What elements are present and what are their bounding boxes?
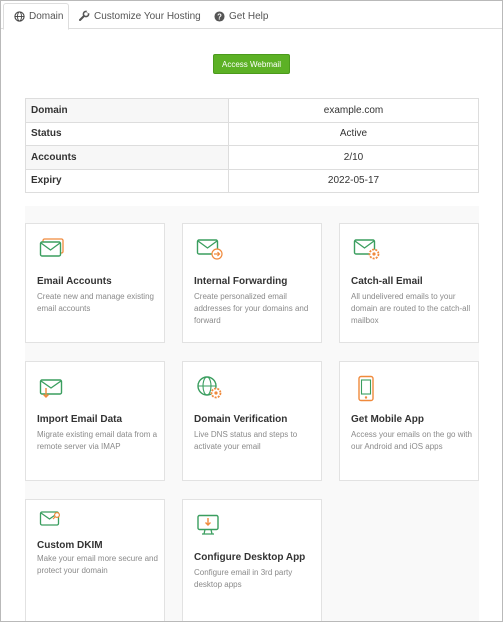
envelope-key-icon: [39, 509, 65, 535]
card-description: Migrate existing email data from a remot…: [37, 430, 158, 451]
card-get-mobile-app[interactable]: Get Mobile App Access your emails on the…: [339, 361, 479, 481]
envelope-import-icon: [39, 375, 65, 401]
card-title: Configure Desktop App: [194, 552, 306, 563]
table-row: Expiry 2022-05-17: [25, 168, 479, 193]
card-title: Custom DKIM: [37, 540, 103, 551]
svg-text:?: ?: [217, 12, 222, 21]
tab-domain[interactable]: Domain: [3, 3, 69, 30]
domain-info-table: Domain example.com Status Active Account…: [25, 98, 479, 193]
globe-icon: [13, 11, 25, 23]
table-row: Domain example.com: [25, 98, 479, 123]
card-custom-dkim[interactable]: Custom DKIM Make your email more secure …: [25, 499, 165, 621]
globe-gear-icon: [196, 375, 222, 401]
tab-bar: Domain Customize Your Hosting ? Get Help: [1, 1, 502, 30]
card-configure-desktop-app[interactable]: Configure Desktop App Configure email in…: [182, 499, 322, 621]
tab-get-help[interactable]: ? Get Help: [213, 3, 268, 29]
card-catch-all-email[interactable]: Catch-all Email All undelivered emails t…: [339, 223, 479, 343]
app-frame: Domain Customize Your Hosting ? Get Help…: [0, 0, 503, 622]
card-description: Live DNS status and steps to activate yo…: [194, 430, 298, 451]
info-key: Status: [25, 121, 229, 146]
info-value: 2022-05-17: [228, 168, 479, 193]
card-internal-forwarding[interactable]: Internal Forwarding Create personalized …: [182, 223, 322, 343]
tab-label: Customize Your Hosting: [94, 10, 201, 22]
access-webmail-button[interactable]: Access Webmail: [213, 54, 290, 74]
card-import-email-data[interactable]: Import Email Data Migrate existing email…: [25, 361, 165, 481]
table-row: Accounts 2/10: [25, 145, 479, 170]
envelope-forward-icon: [196, 237, 223, 263]
envelope-gear-icon: [353, 237, 380, 263]
card-description: Create personalized email addresses for …: [194, 292, 309, 325]
info-key: Expiry: [25, 168, 229, 193]
card-description: Make your email more secure and protect …: [37, 554, 158, 575]
card-description: Access your emails on the go with our An…: [351, 430, 472, 451]
card-description: All undelivered emails to your domain ar…: [351, 292, 471, 325]
desktop-monitor-icon: [196, 513, 222, 539]
card-email-accounts[interactable]: Email Accounts Create new and manage exi…: [25, 223, 165, 343]
card-title: Get Mobile App: [351, 414, 424, 425]
card-title: Internal Forwarding: [194, 276, 288, 287]
card-title: Email Accounts: [37, 276, 112, 287]
info-key: Domain: [25, 98, 229, 123]
envelope-icon: [39, 237, 65, 263]
tab-label: Get Help: [229, 10, 269, 22]
card-title: Import Email Data: [37, 414, 123, 425]
info-key: Accounts: [25, 145, 229, 170]
tab-customize-hosting[interactable]: Customize Your Hosting: [78, 3, 201, 29]
info-value: Active: [228, 121, 479, 146]
table-row: Status Active: [25, 121, 479, 146]
wrench-icon: [78, 10, 90, 22]
info-value: 2/10: [228, 145, 479, 170]
card-domain-verification[interactable]: Domain Verification Live DNS status and …: [182, 361, 322, 481]
info-value: example.com: [228, 98, 479, 123]
tab-label: Domain: [29, 11, 64, 22]
card-title: Domain Verification: [194, 414, 288, 425]
card-description: Create new and manage existing email acc…: [37, 292, 154, 313]
mobile-phone-icon: [353, 375, 379, 402]
card-description: Configure email in 3rd party desktop app…: [194, 568, 293, 589]
card-title: Catch-all Email: [351, 276, 423, 287]
question-icon: ?: [213, 10, 225, 22]
